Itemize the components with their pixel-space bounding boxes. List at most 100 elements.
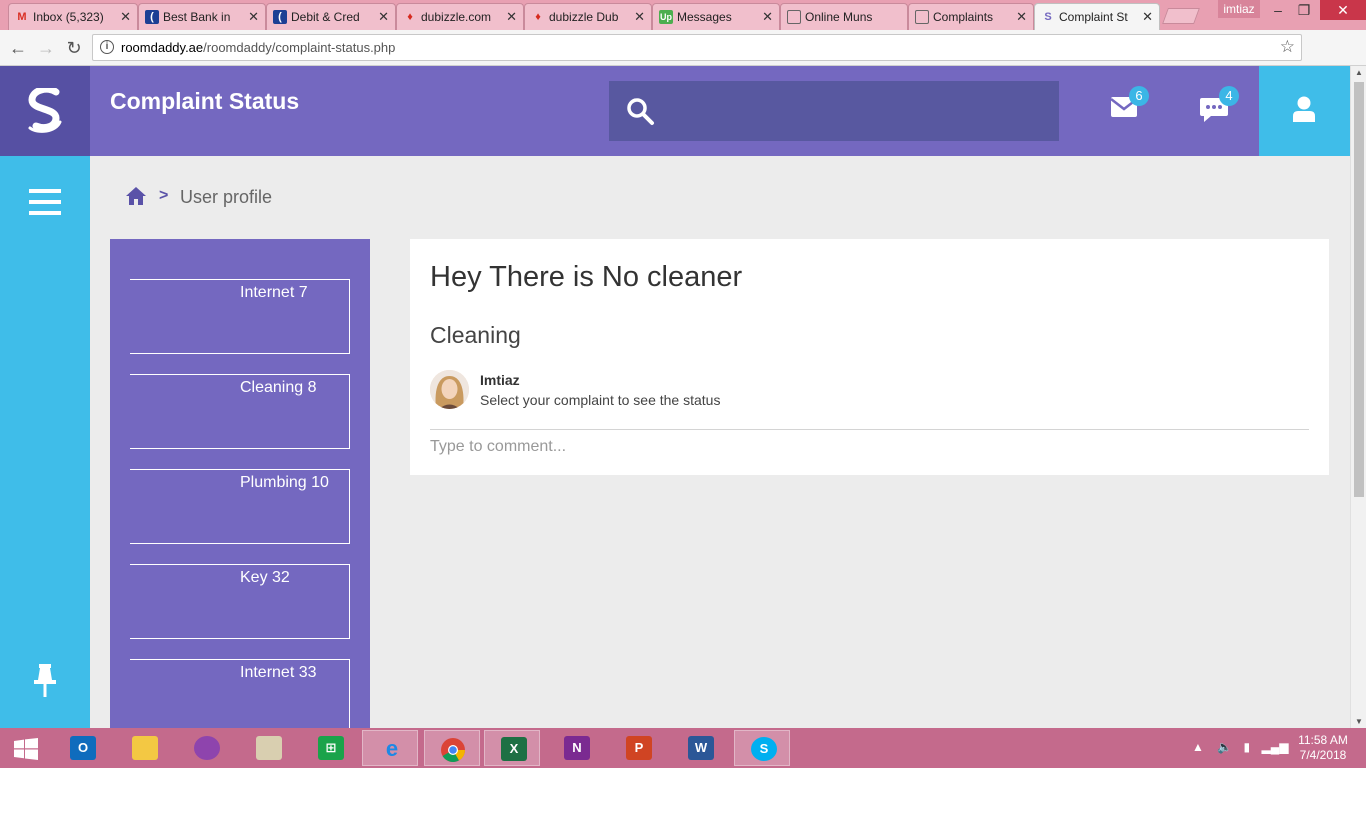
tab-online-muns[interactable]: Online Muns xyxy=(780,3,908,30)
picasa-icon xyxy=(194,736,220,760)
address-bar: ← → ↻ i roomdaddy.ae/roomdaddy/complaint… xyxy=(0,30,1366,86)
taskbar-onenote[interactable]: N xyxy=(548,730,604,766)
tab-inbox[interactable]: M Inbox (5,323) ✕ xyxy=(8,3,138,30)
site-logo[interactable] xyxy=(0,66,90,156)
reload-icon[interactable]: ↻ xyxy=(64,38,84,58)
pin-icon[interactable] xyxy=(32,664,58,698)
internet-explorer-icon: e xyxy=(385,736,399,761)
word-icon: W xyxy=(688,736,714,760)
complaint-item-internet-33[interactable]: Internet 33 xyxy=(130,659,350,728)
upwork-icon: Up xyxy=(659,10,673,24)
tab-complaint-status[interactable]: S Complaint St ✕ xyxy=(1034,3,1160,31)
battery-icon[interactable]: ▮ xyxy=(1244,740,1251,754)
excel-icon: X xyxy=(501,737,527,761)
page-scrollbar[interactable]: ▲ ▼ xyxy=(1350,66,1366,728)
tab-messages[interactable]: Up Messages ✕ xyxy=(652,3,780,30)
breadcrumb-current: User profile xyxy=(180,187,273,207)
dubizzle-icon: ♦ xyxy=(535,11,541,23)
avatar xyxy=(430,370,469,409)
close-icon[interactable]: ✕ xyxy=(120,9,131,25)
home-icon[interactable] xyxy=(125,186,147,206)
tab-dubizzle[interactable]: ♦ dubizzle.com ✕ xyxy=(396,3,524,30)
gmail-icon: M xyxy=(17,11,27,23)
search-bar[interactable] xyxy=(609,81,1059,141)
page-icon xyxy=(915,10,929,24)
complaint-category: Cleaning xyxy=(430,322,521,348)
bookmark-star-icon[interactable]: ☆ xyxy=(1280,37,1295,57)
store-icon: ⊞ xyxy=(318,736,344,760)
complaint-list: Internet 7 Cleaning 8 Plumbing 10 Key 32… xyxy=(110,239,370,728)
outlook-icon: O xyxy=(70,736,96,760)
taskbar-picasa[interactable] xyxy=(178,730,234,766)
info-icon[interactable]: i xyxy=(100,40,114,54)
skype-icon: S xyxy=(751,737,777,761)
browser-tab-strip: M Inbox (5,323) ✕ ( Best Bank in ✕ ( Deb… xyxy=(0,0,1366,31)
commenter-name: Imtiaz xyxy=(480,372,520,388)
back-arrow-icon[interactable]: ← xyxy=(8,38,28,58)
url-input[interactable]: i roomdaddy.ae/roomdaddy/complaint-statu… xyxy=(92,34,1302,61)
complaint-item-internet-7[interactable]: Internet 7 xyxy=(130,279,350,354)
new-tab-button[interactable] xyxy=(1162,8,1200,24)
taskbar-file-explorer[interactable] xyxy=(116,730,172,766)
system-tray: ▲ 🔈 ▮ ▂▄▆ xyxy=(1192,740,1288,754)
windows-taskbar: O ⊞ e X N P W S ▲ 🔈 ▮ ▂▄▆ 11:58 AM 7/4/2… xyxy=(0,728,1366,768)
mail-count-badge: 6 xyxy=(1129,86,1149,106)
windows-start-button[interactable] xyxy=(0,730,56,766)
complaint-title: Hey There is No cleaner xyxy=(430,261,743,293)
close-icon[interactable]: ✕ xyxy=(378,9,389,25)
restore-icon[interactable]: ❐ xyxy=(1291,0,1317,20)
app-viewport: Complaint Status 6 4 > User profile Inte… xyxy=(0,66,1350,728)
close-icon[interactable]: ✕ xyxy=(1142,9,1153,25)
comment-input[interactable] xyxy=(430,432,1309,462)
complaint-item-key-32[interactable]: Key 32 xyxy=(130,564,350,639)
close-icon[interactable]: ✕ xyxy=(1016,9,1027,25)
taskbar-internet-explorer[interactable]: e xyxy=(362,730,418,766)
tab-best-bank[interactable]: ( Best Bank in ✕ xyxy=(138,3,266,30)
close-icon[interactable]: ✕ xyxy=(634,9,645,25)
chat-count-badge: 4 xyxy=(1219,86,1239,106)
signal-icon[interactable]: ▂▄▆ xyxy=(1261,740,1288,754)
scrollbar-thumb[interactable] xyxy=(1354,82,1364,497)
taskbar-scanner[interactable] xyxy=(240,730,296,766)
taskbar-store[interactable]: ⊞ xyxy=(302,730,358,766)
close-icon[interactable]: ✕ xyxy=(762,9,773,25)
taskbar-skype[interactable]: S xyxy=(734,730,790,766)
tab-debit-credit[interactable]: ( Debit & Cred ✕ xyxy=(266,3,396,30)
scroll-up-icon[interactable]: ▲ xyxy=(1355,68,1363,77)
scroll-down-icon[interactable]: ▼ xyxy=(1355,717,1363,726)
show-hidden-icons-icon[interactable]: ▲ xyxy=(1192,740,1204,754)
user-icon xyxy=(1293,96,1315,122)
window-close-icon[interactable]: ✕ xyxy=(1320,0,1366,20)
site-logo-icon xyxy=(28,88,62,133)
tab-complaints[interactable]: Complaints ✕ xyxy=(908,3,1034,30)
forward-arrow-icon[interactable]: → xyxy=(36,38,56,58)
top-header: Complaint Status 6 4 xyxy=(90,66,1350,156)
onenote-icon: N xyxy=(564,736,590,760)
search-input[interactable] xyxy=(669,93,1049,129)
powerpoint-icon: P xyxy=(626,736,652,760)
close-icon[interactable]: ✕ xyxy=(506,9,517,25)
comment-text: Select your complaint to see the status xyxy=(480,392,721,408)
user-menu-button[interactable] xyxy=(1259,66,1350,156)
chrome-icon xyxy=(441,738,465,763)
taskbar-outlook[interactable]: O xyxy=(54,730,110,766)
taskbar-word[interactable]: W xyxy=(672,730,728,766)
page-icon xyxy=(787,10,801,24)
windows-logo-icon xyxy=(14,738,38,760)
volume-icon[interactable]: 🔈 xyxy=(1217,740,1232,754)
close-icon[interactable]: ✕ xyxy=(248,9,259,25)
window-user-badge[interactable]: imtiaz xyxy=(1218,0,1260,18)
search-icon[interactable] xyxy=(625,96,655,126)
taskbar-excel[interactable]: X xyxy=(484,730,540,766)
complaint-item-cleaning-8[interactable]: Cleaning 8 xyxy=(130,374,350,449)
taskbar-chrome[interactable] xyxy=(424,730,480,766)
page-title: Complaint Status xyxy=(110,88,300,114)
system-clock[interactable]: 11:58 AM 7/4/2018 xyxy=(1290,733,1356,763)
taskbar-powerpoint[interactable]: P xyxy=(610,730,666,766)
divider xyxy=(430,429,1309,430)
tab-dubizzle-dubai[interactable]: ♦ dubizzle Dub ✕ xyxy=(524,3,652,30)
minimize-icon[interactable]: – xyxy=(1265,0,1291,20)
complaint-item-plumbing-10[interactable]: Plumbing 10 xyxy=(130,469,350,544)
hamburger-menu-icon[interactable] xyxy=(29,189,61,215)
dubizzle-icon: ♦ xyxy=(407,11,413,23)
